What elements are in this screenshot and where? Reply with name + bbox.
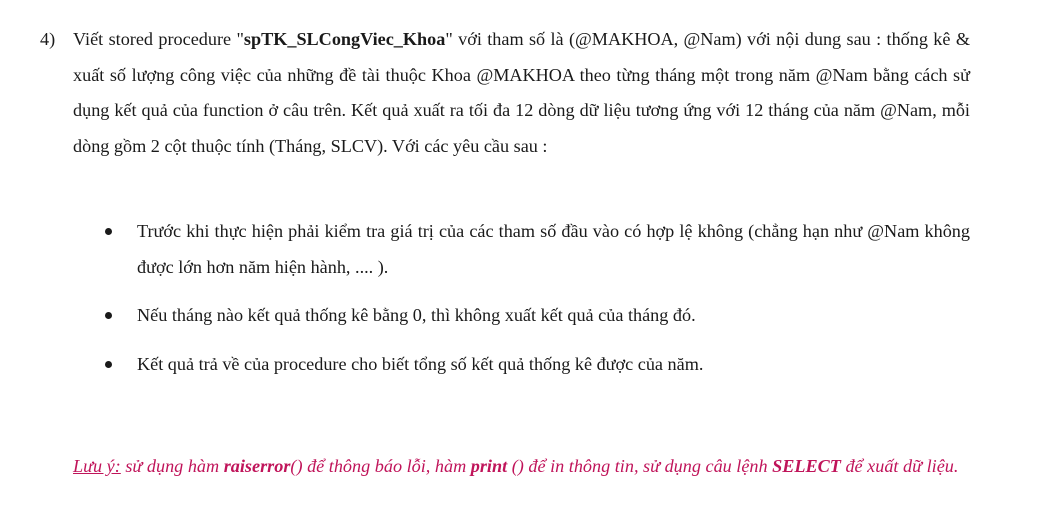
item-number: 4) [40, 29, 56, 49]
note-paragraph: Lưu ý: sử dụng hàm raiserror() để thông … [73, 449, 970, 485]
item-description: Viết stored procedure "spTK_SLCongViec_K… [73, 22, 970, 164]
bullet-icon [105, 312, 112, 319]
list-item: Kết quả trả về của procedure cho biết tổ… [105, 347, 970, 383]
list-item: Trước khi thực hiện phải kiểm tra giá tr… [105, 214, 970, 285]
item-text-before: Viết stored procedure " [73, 29, 244, 49]
note-text: () để in thông tin, sử dụng câu lệnh [507, 456, 773, 476]
requirements-list: Trước khi thực hiện phải kiểm tra giá tr… [105, 214, 970, 395]
exercise-item: 4) Viết stored procedure "spTK_SLCongVie… [40, 22, 970, 164]
list-item: Nếu tháng nào kết quả thống kê bằng 0, t… [105, 298, 970, 334]
bullet-icon [105, 360, 112, 368]
requirement-text: Nếu tháng nào kết quả thống kê bằng 0, t… [137, 305, 696, 325]
requirement-text: Trước khi thực hiện phải kiểm tra giá tr… [137, 221, 970, 277]
requirement-text: Kết quả trả về của procedure cho biết tổ… [137, 353, 704, 374]
note-text: để xuất dữ liệu. [840, 456, 959, 476]
procedure-name: spTK_SLCongViec_Khoa [243, 29, 446, 49]
document-page: 4) Viết stored procedure "spTK_SLCongVie… [0, 0, 1045, 524]
keyword-raiserror: raiserror [223, 456, 291, 476]
bullet-icon [105, 228, 112, 235]
note-label: Lưu ý: [73, 456, 121, 476]
note-text: () để thông báo lỗi, hàm [290, 456, 471, 476]
keyword-select: SELECT [772, 456, 841, 476]
keyword-print: print [470, 456, 508, 476]
note-text: sử dụng hàm [120, 456, 224, 476]
